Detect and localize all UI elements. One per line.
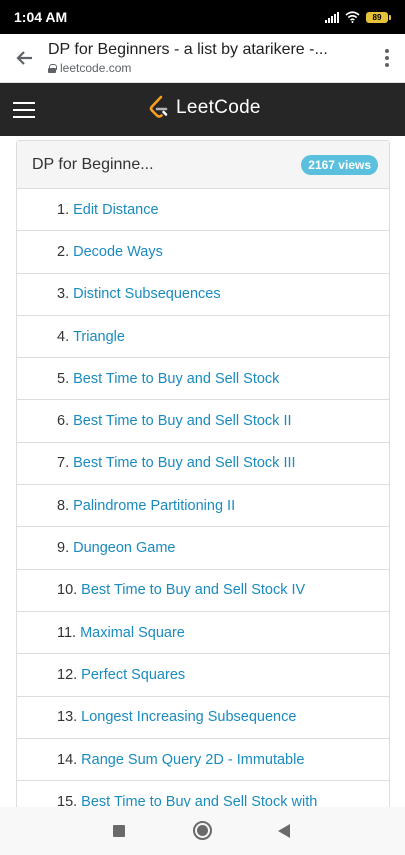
list-item: 13. Longest Increasing Subsequence (17, 697, 389, 739)
hamburger-menu-icon[interactable] (0, 83, 46, 136)
page-content: DP for Beginne... 2167 views 1. Edit Dist… (0, 136, 405, 807)
browser-toolbar: DP for Beginners - a list by atarikere -… (0, 34, 405, 83)
problem-number: 4. (57, 328, 70, 345)
problem-number: 3. (57, 286, 70, 303)
list-item: 5. Best Time to Buy and Sell Stock (17, 358, 389, 401)
problem-link[interactable]: Best Time to Buy and Sell Stock IV (81, 582, 305, 598)
overflow-menu-button[interactable] (369, 34, 405, 83)
problem-link[interactable]: Triangle (73, 329, 125, 345)
problem-number: 11. (57, 624, 77, 641)
problem-number: 9. (57, 540, 70, 557)
site-header: LeetCode (0, 83, 405, 136)
problem-link[interactable]: Perfect Squares (81, 667, 185, 683)
problem-number: 10. (57, 582, 78, 599)
system-back-button[interactable] (278, 824, 290, 838)
list-item: 14. Range Sum Query 2D - Immutable (17, 739, 389, 782)
list-title: DP for Beginne... (32, 155, 154, 173)
list-item: 1. Edit Distance (17, 189, 389, 232)
system-navigation-bar (0, 807, 405, 855)
problem-number: 12. (57, 666, 78, 683)
problem-number: 7. (57, 455, 70, 472)
problem-number: 14. (57, 751, 78, 768)
problem-link[interactable]: Dungeon Game (73, 540, 175, 556)
status-time: 1:04 AM (14, 9, 68, 25)
logo-text: LeetCode (176, 97, 261, 118)
list-item: 3. Distinct Subsequences (17, 274, 389, 316)
page-title: DP for Beginners - a list by atarikere -… (48, 41, 328, 58)
list-item: 7. Best Time to Buy and Sell Stock III (17, 443, 389, 486)
page-domain: leetcode.com (60, 61, 132, 75)
problem-link[interactable]: Palindrome Partitioning II (73, 498, 235, 514)
list-item: 4. Triangle (17, 316, 389, 359)
list-item: 6. Best Time to Buy and Sell Stock II (17, 400, 389, 443)
home-button[interactable] (193, 821, 212, 840)
problem-link[interactable]: Best Time to Buy and Sell Stock (73, 371, 279, 387)
problem-link[interactable]: Maximal Square (80, 625, 185, 641)
leetcode-logo[interactable]: LeetCode (148, 95, 261, 121)
back-button[interactable] (0, 34, 48, 83)
problem-link[interactable]: Best Time to Buy and Sell Stock III (73, 455, 295, 471)
signal-icon (325, 11, 339, 23)
problem-number: 13. (57, 709, 78, 726)
battery-level: 89 (366, 11, 388, 23)
list-item: 12. Perfect Squares (17, 654, 389, 697)
list-item: 2. Decode Ways (17, 231, 389, 274)
list-item: 11. Maximal Square (17, 612, 389, 655)
recent-apps-button[interactable] (113, 825, 125, 837)
problem-number: 15. (57, 793, 78, 807)
arrow-left-icon (16, 51, 32, 65)
wifi-icon (345, 11, 360, 23)
list-item: 10. Best Time to Buy and Sell Stock IV (17, 570, 389, 612)
problem-link[interactable]: Range Sum Query 2D - Immutable (81, 752, 304, 768)
list-header: DP for Beginne... 2167 views (17, 141, 389, 189)
url-field[interactable]: DP for Beginners - a list by atarikere -… (48, 41, 369, 75)
problem-number: 1. (57, 201, 70, 218)
problem-number: 8. (57, 497, 70, 514)
status-icons: 89 (325, 11, 391, 23)
problem-link[interactable]: Decode Ways (73, 244, 163, 260)
problem-link[interactable]: Best Time to Buy and Sell Stock with (81, 794, 317, 807)
page-domain-row: leetcode.com (48, 61, 369, 75)
problem-number: 6. (57, 413, 70, 430)
problem-link[interactable]: Edit Distance (73, 202, 158, 218)
list-item: 9. Dungeon Game (17, 527, 389, 570)
leetcode-logo-icon (149, 95, 168, 118)
status-bar: 1:04 AM 89 (0, 0, 405, 34)
problem-link[interactable]: Best Time to Buy and Sell Stock II (73, 413, 291, 429)
problem-number: 5. (57, 370, 70, 387)
problem-link[interactable]: Longest Increasing Subsequence (81, 709, 296, 725)
list-item: 15. Best Time to Buy and Sell Stock with (17, 781, 389, 807)
lock-icon (48, 63, 57, 73)
favorite-list-card: DP for Beginne... 2167 views 1. Edit Dist… (16, 140, 390, 807)
problem-link[interactable]: Distinct Subsequences (73, 286, 221, 302)
battery-icon: 89 (366, 11, 391, 23)
views-badge: 2167 views (301, 154, 378, 175)
list-item: 8. Palindrome Partitioning II (17, 485, 389, 528)
problem-number: 2. (57, 243, 70, 260)
